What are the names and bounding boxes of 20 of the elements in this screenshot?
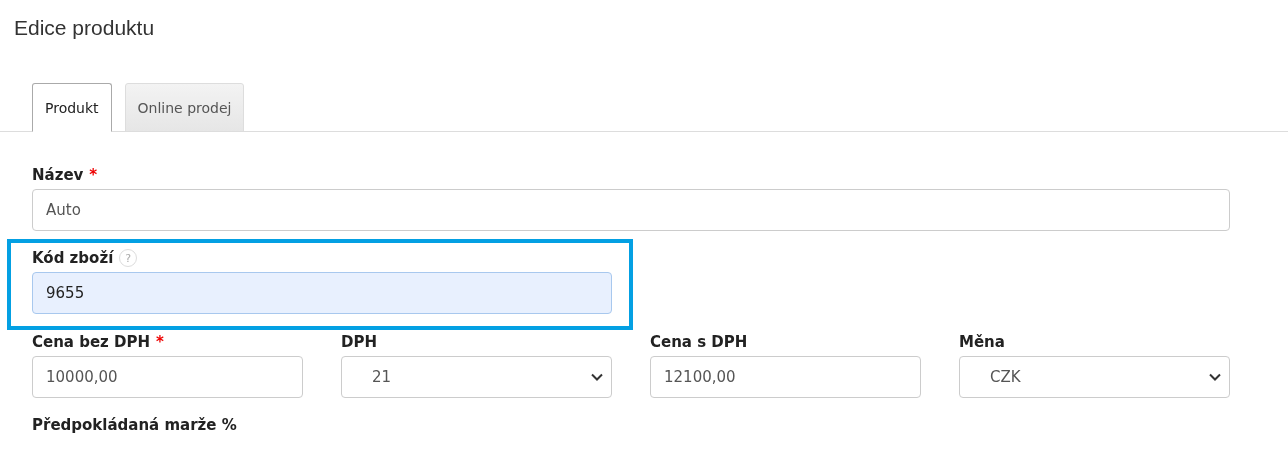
field-label: Kód zboží — [32, 249, 114, 267]
select-field[interactable]: 21 — [341, 356, 612, 398]
field-label: Cena s DPH — [650, 333, 748, 351]
field-label: Měna — [959, 333, 1005, 351]
required-mark: * — [89, 166, 98, 184]
chevron-down-icon — [591, 373, 603, 381]
input-field[interactable]: 10000,00 — [32, 356, 303, 398]
input-field[interactable]: 12100,00 — [650, 356, 921, 398]
required-mark: * — [156, 333, 164, 351]
input-field[interactable]: Auto — [32, 189, 1230, 231]
select-field[interactable]: CZK — [959, 356, 1230, 398]
field-label: Předpokládaná marže % — [32, 416, 237, 434]
field-label: DPH — [341, 333, 377, 351]
input-field[interactable]: 9655 — [32, 272, 612, 314]
field-label: Cena bez DPH — [32, 333, 151, 351]
tab[interactable]: Produkt — [32, 83, 112, 132]
field-label: Název — [32, 166, 84, 184]
tab[interactable]: Online prodej — [124, 83, 245, 132]
chevron-down-icon — [1209, 373, 1221, 381]
page-title: Edice produktu — [13, 15, 156, 41]
